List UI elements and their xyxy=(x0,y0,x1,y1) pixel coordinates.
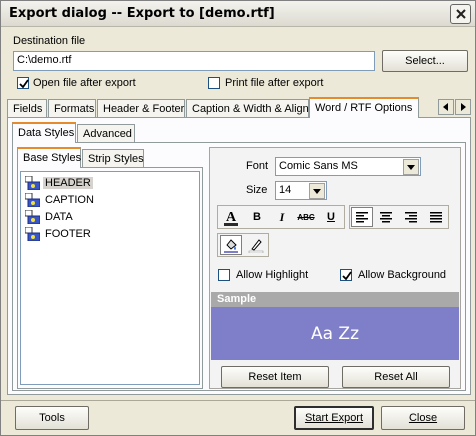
print-after-export-checkbox[interactable] xyxy=(208,77,220,89)
tab-formats[interactable]: Formats xyxy=(48,99,96,118)
italic-button[interactable]: I xyxy=(271,207,293,227)
size-label: Size xyxy=(246,184,268,196)
background-color-button[interactable] xyxy=(220,235,242,255)
chevron-down-icon xyxy=(313,188,321,194)
tree-item-caption[interactable]: CAPTION xyxy=(24,192,96,208)
reset-item-button[interactable]: Reset Item xyxy=(221,366,329,388)
tree-item-label: HEADER xyxy=(43,177,93,189)
size-select[interactable]: 14 xyxy=(275,181,327,200)
underline-button[interactable]: U xyxy=(320,207,342,227)
font-color-icon: A xyxy=(224,210,238,226)
align-justify-button[interactable] xyxy=(425,207,447,227)
tab-header-footer[interactable]: Header & Footer xyxy=(97,99,185,118)
style-node-icon xyxy=(24,175,41,191)
tools-button[interactable]: Tools xyxy=(15,406,89,430)
tab-scroll-right-button[interactable] xyxy=(455,99,471,115)
bold-button[interactable]: B xyxy=(246,207,268,227)
size-dropdown-button[interactable] xyxy=(309,183,325,199)
tree-item-label: CAPTION xyxy=(45,194,94,206)
font-select[interactable]: Comic Sans MS xyxy=(275,157,421,176)
align-center-icon xyxy=(380,212,392,223)
close-icon xyxy=(455,9,466,19)
tab-fields[interactable]: Fields xyxy=(7,99,47,118)
align-right-icon xyxy=(405,212,417,223)
paint-bucket-icon xyxy=(224,239,238,253)
font-label: Font xyxy=(246,160,269,172)
sample-header: Sample xyxy=(211,292,459,307)
open-after-export-checkbox[interactable] xyxy=(17,77,29,89)
style-node-icon xyxy=(24,192,41,208)
tree-item-header[interactable]: HEADER xyxy=(24,175,93,191)
checkmark-icon xyxy=(19,79,29,89)
highlight-color-button[interactable] xyxy=(245,235,267,255)
chevron-down-icon xyxy=(407,164,415,170)
start-export-button[interactable]: Start Export xyxy=(294,406,374,430)
select-file-button[interactable]: Select... xyxy=(382,50,468,72)
tree-item-footer[interactable]: FOOTER xyxy=(24,226,93,242)
tab-data-styles[interactable]: Data Styles xyxy=(12,122,76,143)
checkmark-icon xyxy=(342,271,352,281)
tree-item-label: FOOTER xyxy=(45,228,91,240)
sample-preview: Aa Zz xyxy=(211,307,459,360)
tree-item-label: DATA xyxy=(45,211,73,223)
destination-label: Destination file xyxy=(13,35,86,47)
strikeout-button[interactable]: ABC xyxy=(295,207,317,227)
export-dialog-window: Export dialog -- Export to [demo.rtf] De… xyxy=(0,0,476,436)
font-dropdown-button[interactable] xyxy=(403,159,419,175)
style-node-icon xyxy=(24,209,41,225)
allow-background-checkbox[interactable] xyxy=(340,269,352,281)
svg-text:A: A xyxy=(226,210,237,225)
allow-highlight-label: Allow Highlight xyxy=(236,269,309,281)
align-justify-icon xyxy=(430,212,442,223)
close-button[interactable]: Close xyxy=(381,406,465,430)
align-left-icon xyxy=(356,212,368,223)
highlighter-icon xyxy=(248,239,264,253)
print-after-export-label: Print file after export xyxy=(225,77,324,89)
window-title: Export dialog -- Export to [demo.rtf] xyxy=(9,6,275,21)
tab-strip-styles[interactable]: Strip Styles xyxy=(82,149,144,168)
font-color-button[interactable]: A xyxy=(220,207,242,227)
allow-background-label: Allow Background xyxy=(358,269,447,281)
tab-word-rtf-options[interactable]: Word / RTF Options xyxy=(309,97,419,118)
arrow-left-icon xyxy=(443,103,448,111)
align-center-button[interactable] xyxy=(375,207,397,227)
title-bar[interactable]: Export dialog -- Export to [demo.rtf] xyxy=(1,1,475,27)
tab-base-styles[interactable]: Base Styles xyxy=(17,147,81,168)
divider xyxy=(1,400,475,401)
align-right-button[interactable] xyxy=(400,207,422,227)
tree-item-data[interactable]: DATA xyxy=(24,209,75,225)
reset-all-button[interactable]: Reset All xyxy=(342,366,450,388)
tab-scroll-left-button[interactable] xyxy=(438,99,454,115)
sample-text: Aa Zz xyxy=(310,323,360,344)
arrow-right-icon xyxy=(461,103,466,111)
close-window-button[interactable] xyxy=(450,4,471,24)
tab-caption-width-align[interactable]: Caption & Width & Align xyxy=(186,99,309,118)
style-tree[interactable]: HEADER CAPTION DATA FOOTER xyxy=(20,171,200,385)
destination-file-input[interactable]: C:\demo.rtf xyxy=(13,51,375,71)
allow-highlight-checkbox[interactable] xyxy=(218,269,230,281)
tab-advanced[interactable]: Advanced xyxy=(77,124,135,143)
align-left-button[interactable] xyxy=(351,207,373,227)
style-node-icon xyxy=(24,226,41,242)
open-after-export-label: Open file after export xyxy=(33,77,136,89)
